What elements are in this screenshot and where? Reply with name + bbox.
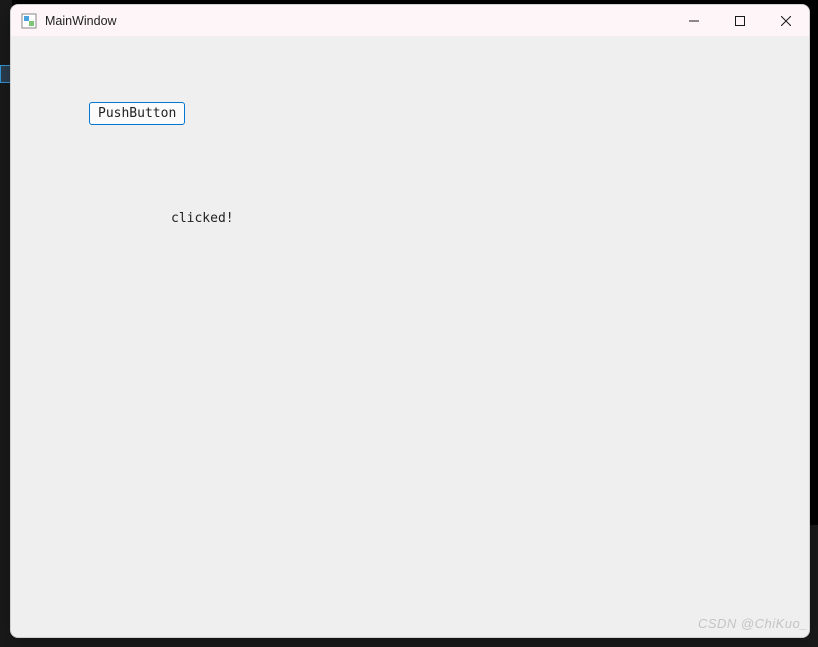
- status-label: clicked!: [171, 211, 234, 226]
- app-icon: [21, 13, 37, 29]
- client-area: PushButton clicked!: [11, 37, 809, 637]
- watermark: CSDN @ChiKuo_: [698, 616, 808, 631]
- main-window: MainWindow PushButton clicked!: [10, 4, 810, 638]
- titlebar[interactable]: MainWindow: [11, 5, 809, 37]
- close-button[interactable]: [763, 5, 809, 37]
- maximize-button[interactable]: [717, 5, 763, 37]
- minimize-button[interactable]: [671, 5, 717, 37]
- push-button[interactable]: PushButton: [89, 102, 185, 125]
- window-controls: [671, 5, 809, 36]
- window-title: MainWindow: [45, 14, 117, 28]
